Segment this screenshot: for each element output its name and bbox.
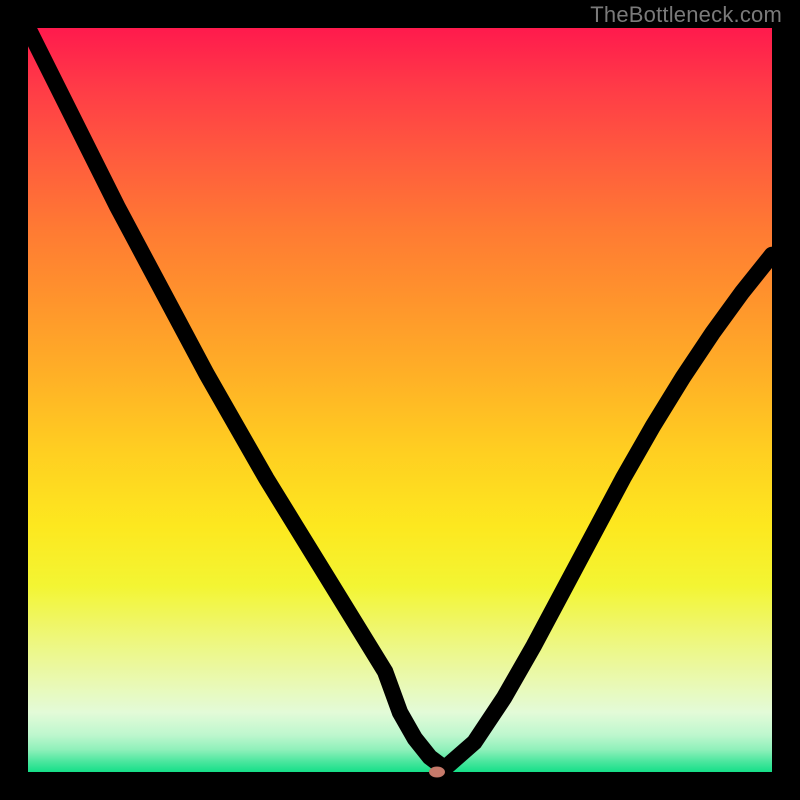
watermark-text: TheBottleneck.com xyxy=(590,2,782,28)
plot-area xyxy=(28,28,772,772)
optimal-marker xyxy=(429,767,445,778)
bottleneck-curve xyxy=(28,28,772,768)
curve-svg xyxy=(28,28,772,772)
chart-frame: TheBottleneck.com xyxy=(0,0,800,800)
